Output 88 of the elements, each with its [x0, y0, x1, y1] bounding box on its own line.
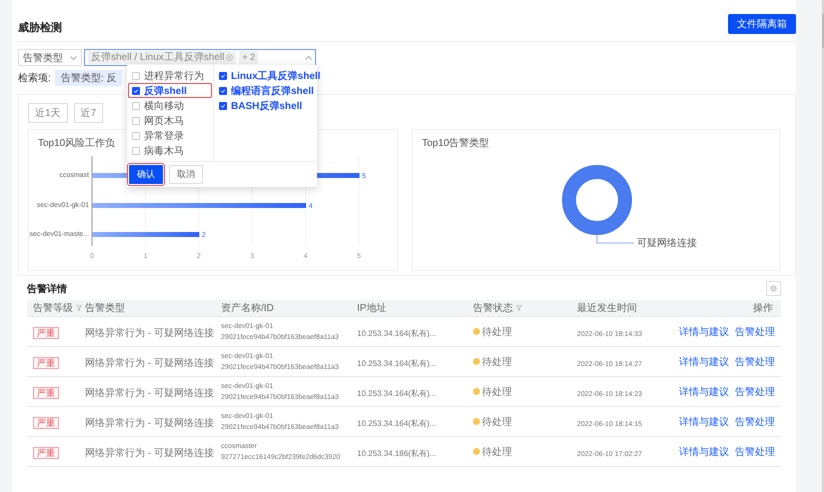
table-cell: 10.253.34.164(私有)...: [357, 328, 436, 338]
column-header: IP地址: [357, 302, 386, 315]
option-label: Linux工具反弹shell: [231, 70, 320, 82]
filter-icon[interactable]: [516, 305, 522, 311]
column-header: 告警类型: [85, 302, 125, 315]
status-dot: [473, 358, 480, 365]
quarantine-button[interactable]: 文件隔离箱: [728, 14, 796, 34]
section-title: 告警详情: [27, 282, 67, 296]
status-dot: [473, 448, 480, 455]
severity-badge: 严重: [33, 356, 59, 368]
cancel-button[interactable]: 取消: [169, 165, 203, 184]
status-dot: [473, 388, 480, 395]
time-range-button[interactable]: 近7: [74, 103, 104, 123]
table-cell: 10.253.34.164(私有)...: [357, 418, 436, 428]
checkbox[interactable]: [219, 72, 227, 80]
table-cell: 网络异常行为 - 可疑网络连接: [85, 328, 214, 338]
column-header: 资产名称/ID: [221, 302, 274, 315]
column-header[interactable]: 告警等级: [33, 301, 82, 315]
option-label: 编程语言反弹shell: [231, 84, 314, 98]
table-cell: 10.253.34.164(私有)...: [357, 388, 436, 398]
table-cell: 网络异常行为 - 可疑网络连接: [85, 448, 214, 458]
confirm-button[interactable]: 确认: [129, 165, 163, 184]
table-cell: 网络异常行为 - 可疑网络连接: [85, 358, 214, 368]
slice-label: 可疑网络连接: [637, 238, 697, 249]
table-cell: 10.253.34.164(私有)...: [357, 358, 436, 368]
chart-title: Top10风险工作负: [37, 137, 116, 150]
table-cell: 网络异常行为 - 可疑网络连接: [85, 388, 214, 398]
column-header: 操作: [753, 302, 773, 315]
severity-badge: 严重: [33, 326, 59, 338]
menu-option[interactable]: 网页木马: [128, 113, 212, 128]
leader-line: [596, 234, 634, 244]
status-dot: [473, 328, 480, 335]
chevron-down-icon: [70, 56, 77, 60]
settings-icon: [770, 285, 777, 292]
option-label: 病毒木马: [144, 144, 184, 158]
page-title: 威胁检测: [18, 20, 62, 35]
action-link[interactable]: 告警处理: [735, 324, 775, 338]
column-header: 最近发生时间: [577, 302, 637, 315]
checkbox[interactable]: [219, 102, 227, 110]
action-link[interactable]: 详情与建议: [679, 354, 729, 368]
menu-option[interactable]: 反弹shell: [128, 83, 212, 98]
option-label: 反弹shell: [144, 84, 187, 98]
menu-option[interactable]: 横向移动: [128, 98, 212, 113]
tag-label: 反弹shell / Linux工具反弹shell: [91, 51, 224, 64]
close-icon[interactable]: [226, 54, 234, 61]
status-label: 待处理: [482, 446, 512, 458]
menu-option[interactable]: 异常登录: [128, 128, 212, 143]
status-label: 待处理: [482, 326, 512, 338]
type-select[interactable]: 告警类型: [18, 49, 82, 66]
checkbox[interactable]: [132, 86, 140, 94]
status-label: 待处理: [482, 416, 512, 428]
action-link[interactable]: 详情与建议: [679, 414, 729, 428]
option-label: 横向移动: [144, 100, 184, 112]
settings-button[interactable]: [766, 281, 781, 296]
caret-up-icon: [305, 56, 312, 60]
filter-icon[interactable]: [76, 305, 82, 311]
option-label: BASH反弹shell: [231, 100, 302, 112]
severity-badge: 严重: [33, 446, 59, 458]
severity-badge: 严重: [33, 386, 59, 398]
table-cell: 10.253.34.186(私有)...: [357, 448, 436, 458]
time-range-button[interactable]: 近1天: [28, 103, 68, 123]
severity-badge: 严重: [33, 416, 59, 428]
action-link[interactable]: 详情与建议: [679, 444, 729, 458]
option-label: 异常登录: [144, 130, 184, 142]
status-dot: [473, 418, 480, 425]
action-link[interactable]: 告警处理: [735, 444, 775, 458]
menu-option[interactable]: 编程语言反弹shell: [215, 83, 316, 98]
search-label: 检索项:: [18, 72, 51, 85]
menu-option[interactable]: BASH反弹shell: [215, 98, 316, 113]
scrollbar[interactable]: [822, 14, 824, 48]
menu-option[interactable]: 病毒木马: [128, 143, 212, 158]
filter-chip[interactable]: 告警类型: 反: [54, 70, 122, 86]
option-label: 进程异常行为: [144, 70, 204, 82]
status-label: 待处理: [482, 386, 512, 398]
donut-ring: [562, 165, 632, 235]
table-cell: 网络异常行为 - 可疑网络连接: [85, 418, 214, 428]
action-link[interactable]: 详情与建议: [679, 384, 729, 398]
more-tag: + 2: [239, 51, 258, 64]
status-label: 待处理: [482, 356, 512, 368]
action-link[interactable]: 告警处理: [735, 354, 775, 368]
option-label: 网页木马: [144, 114, 184, 128]
checkbox[interactable]: [219, 86, 227, 94]
column-header[interactable]: 告警状态: [473, 301, 522, 315]
menu-option[interactable]: 进程异常行为: [128, 68, 212, 83]
action-link[interactable]: 详情与建议: [679, 324, 729, 338]
action-link[interactable]: 告警处理: [735, 414, 775, 428]
action-link[interactable]: 告警处理: [735, 384, 775, 398]
chart-title: Top10告警类型: [421, 136, 490, 150]
